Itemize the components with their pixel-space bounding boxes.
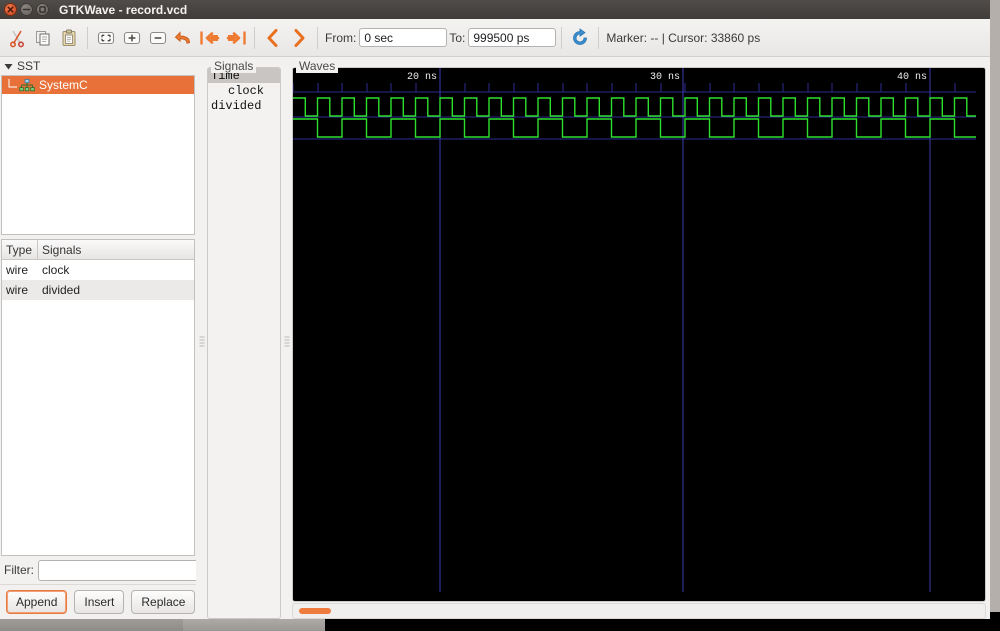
- table-header-row: Type Signals: [2, 240, 194, 260]
- next-marker-button[interactable]: [286, 25, 312, 51]
- action-button-row: Append Insert Replace: [0, 584, 196, 619]
- splitter-grip[interactable]: [284, 336, 289, 349]
- zoom-to-start-button[interactable]: [197, 25, 223, 51]
- column-header-type[interactable]: Type: [2, 240, 38, 259]
- signals-table[interactable]: Type Signals wire clock wire divided: [1, 239, 195, 556]
- waves-frame-legend: Waves: [296, 59, 339, 73]
- zoom-in-button[interactable]: [119, 25, 145, 51]
- window-body: SST SystemC Type Signals wire clock wire…: [0, 57, 990, 619]
- zoom-undo-button[interactable]: [171, 25, 197, 51]
- cut-button[interactable]: [4, 25, 30, 51]
- table-row[interactable]: wire clock: [2, 260, 194, 280]
- splitter-grip[interactable]: [199, 336, 204, 349]
- zoom-fit-button[interactable]: [93, 25, 119, 51]
- left-panel: SST SystemC Type Signals wire clock wire…: [0, 57, 203, 619]
- resize-grip[interactable]: [89, 229, 107, 233]
- toolbar-separator: [598, 26, 600, 49]
- toolbar-separator: [87, 26, 88, 49]
- scrollbar-thumb[interactable]: [299, 608, 331, 614]
- window-titlebar[interactable]: GTKWave - record.vcd: [0, 0, 990, 19]
- gtkwave-window: GTKWave - record.vcd From: 0 sec To: 999…: [0, 0, 990, 619]
- hierarchy-icon: [19, 78, 35, 92]
- tree-item-systemc[interactable]: SystemC: [2, 76, 194, 94]
- window-title: GTKWave - record.vcd: [59, 2, 188, 17]
- from-input[interactable]: [359, 28, 448, 47]
- waves-frame: Waves 20 ns 30 ns 40 ns: [292, 59, 986, 619]
- append-button[interactable]: Append: [6, 590, 68, 614]
- main-toolbar: From: To: Marker: -- | Cursor: 33860 ps: [0, 19, 990, 57]
- zoom-to-end-button[interactable]: [223, 25, 249, 51]
- signals-frame: Signals Time clock divided: [207, 59, 281, 619]
- signals-frame-legend: Signals: [211, 59, 257, 73]
- to-label: To:: [449, 30, 466, 45]
- chevron-down-icon[interactable]: [3, 61, 14, 72]
- wave-horizontal-scrollbar[interactable]: [292, 603, 986, 619]
- svg-text:20 ns: 20 ns: [407, 72, 437, 83]
- svg-text:30 ns: 30 ns: [650, 72, 680, 83]
- cell-signal: divided: [42, 283, 81, 297]
- to-input[interactable]: [468, 28, 557, 47]
- waves-pane: Waves 20 ns 30 ns 40 ns: [292, 57, 990, 619]
- sst-label: SST: [17, 59, 41, 73]
- panel-splitter-left[interactable]: [196, 57, 207, 619]
- panel-splitter-right[interactable]: [281, 57, 292, 619]
- signal-name-divided[interactable]: divided: [208, 98, 280, 113]
- marker-cursor-status: Marker: -- | Cursor: 33860 ps: [606, 30, 761, 45]
- tree-item-label: SystemC: [39, 78, 88, 92]
- toolbar-separator: [317, 26, 318, 49]
- zoom-out-button[interactable]: [145, 25, 171, 51]
- wave-canvas[interactable]: 20 ns 30 ns 40 ns: [292, 67, 986, 602]
- from-label: From:: [325, 30, 357, 45]
- signal-name-list[interactable]: Time clock divided: [207, 67, 281, 619]
- svg-text:40 ns: 40 ns: [897, 72, 927, 83]
- filter-row: Filter:: [0, 556, 203, 584]
- table-row[interactable]: wire divided: [2, 280, 194, 300]
- minimize-icon[interactable]: [20, 3, 33, 16]
- cell-type: wire: [6, 263, 29, 277]
- wave-plot[interactable]: 20 ns 30 ns 40 ns: [293, 68, 976, 592]
- cell-type: wire: [6, 283, 29, 297]
- toolbar-separator: [561, 26, 563, 49]
- column-header-signals[interactable]: Signals: [38, 240, 194, 259]
- tree-elbow-icon: [6, 78, 18, 92]
- toolbar-separator: [254, 26, 255, 49]
- copy-button[interactable]: [30, 25, 56, 51]
- prev-marker-button[interactable]: [260, 25, 286, 51]
- replace-button[interactable]: Replace: [131, 590, 196, 614]
- filter-label: Filter:: [4, 563, 34, 577]
- sst-header[interactable]: SST: [0, 57, 196, 75]
- close-icon[interactable]: [4, 3, 17, 16]
- maximize-icon[interactable]: [36, 3, 49, 16]
- sst-tree[interactable]: SystemC: [1, 75, 195, 235]
- cell-signal: clock: [42, 263, 70, 277]
- filter-input[interactable]: [38, 559, 203, 581]
- signal-name-clock[interactable]: clock: [208, 83, 280, 98]
- insert-button[interactable]: Insert: [74, 590, 125, 614]
- reload-button[interactable]: [567, 25, 593, 51]
- paste-button[interactable]: [56, 25, 82, 51]
- signal-names-pane: Signals Time clock divided: [207, 57, 281, 619]
